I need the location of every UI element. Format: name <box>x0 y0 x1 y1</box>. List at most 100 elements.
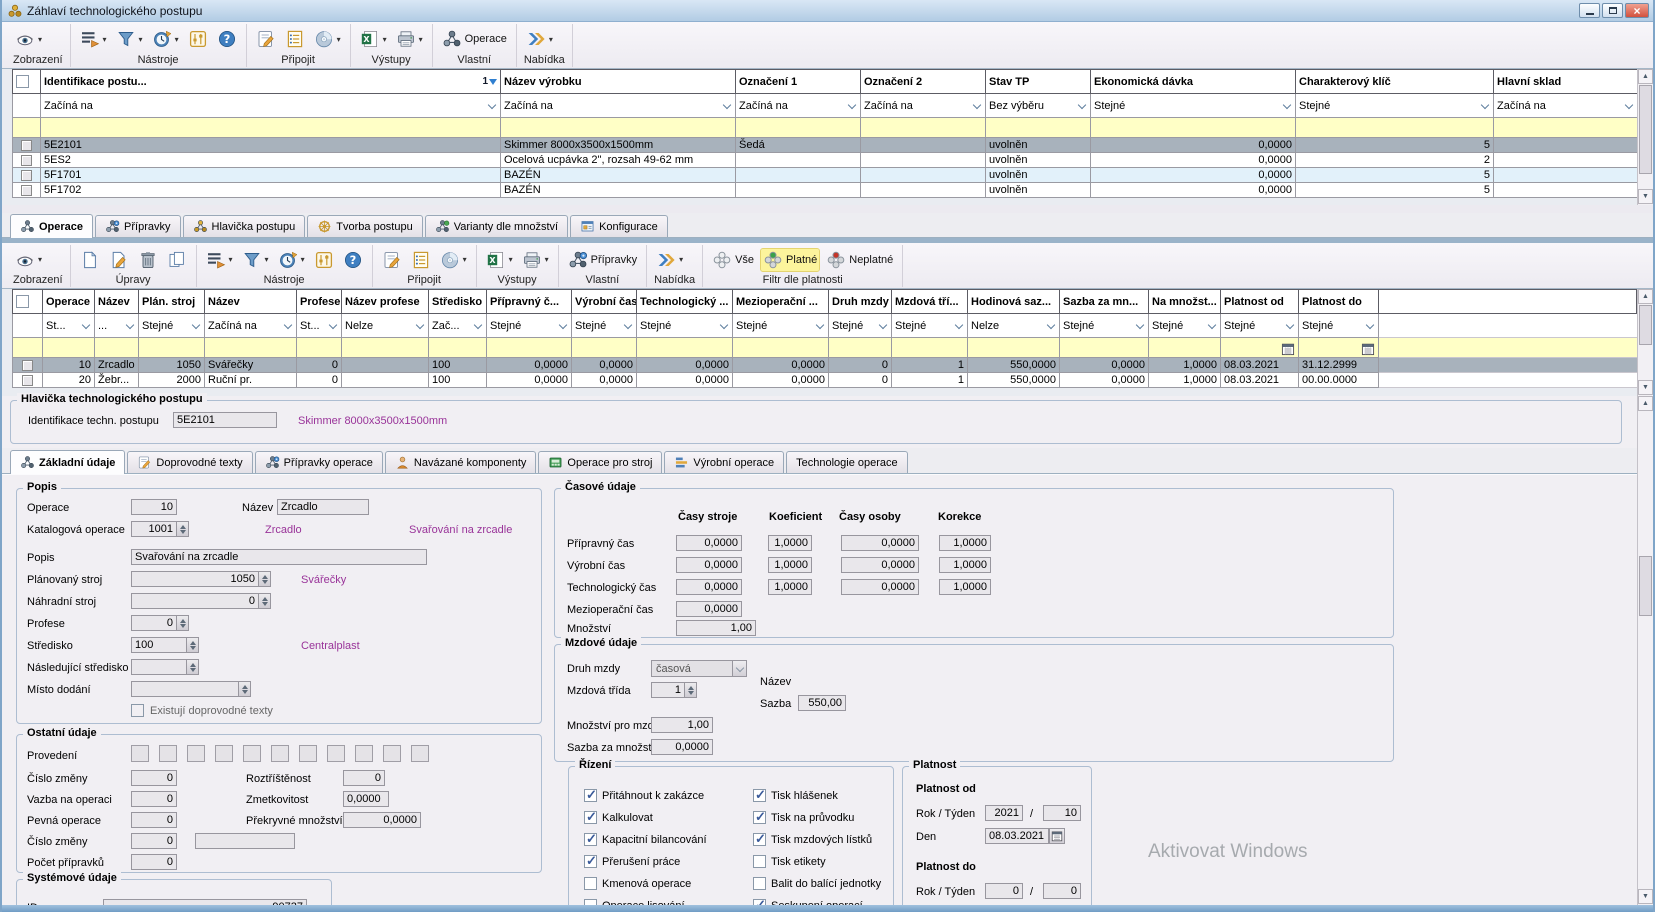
row-select-box[interactable] <box>21 155 32 166</box>
sliders-button[interactable] <box>186 28 210 50</box>
minimize-button[interactable] <box>1579 3 1600 18</box>
cell-oznaceni-1[interactable] <box>736 183 861 198</box>
tab-pripravky-operace[interactable]: Přípravky operace <box>255 451 383 473</box>
scroll-thumb[interactable] <box>1639 556 1652 616</box>
scroll-up-icon[interactable]: ▲ <box>1638 396 1653 411</box>
help-button[interactable]: ? <box>215 28 239 50</box>
cell-operace[interactable]: 10 <box>43 358 95 373</box>
cell-stav-tp[interactable]: uvolněn <box>986 138 1091 153</box>
funnel-button[interactable]: ▾ <box>114 28 145 50</box>
provedeni-box-8[interactable] <box>327 745 345 762</box>
clock-button[interactable]: ▾ <box>276 249 307 271</box>
search-input-mzdova-tri[interactable] <box>892 338 968 358</box>
cell-hlavni-sklad[interactable] <box>1494 183 1638 198</box>
column-header-ekonomicka-davka[interactable]: Ekonomická dávka <box>1091 70 1296 94</box>
column-header-plan-stroj[interactable]: Plán. stroj <box>139 290 205 314</box>
cell-pripravny-c[interactable]: 0,0000 <box>487 373 572 388</box>
filter-dropdown-stredisko[interactable]: Zač... <box>429 314 487 338</box>
mzdova-trida-field[interactable]: 1 <box>651 682 685 698</box>
cell-oznaceni-1[interactable] <box>736 168 861 183</box>
filter-dropdown-operace[interactable]: St... <box>43 314 95 338</box>
filter-dropdown-platnost-do[interactable]: Stejné <box>1299 314 1379 338</box>
tab-zakladni-udaje[interactable]: Základní údaje <box>10 450 125 474</box>
column-header-hlavni-sklad[interactable]: Hlavní sklad <box>1494 70 1638 94</box>
cell-sazba-za-mn[interactable]: 0,0000 <box>1060 358 1149 373</box>
products-grid-scrollbar[interactable]: ▲ ▼ <box>1637 69 1653 205</box>
cell-ekonomicka-davka[interactable]: 0,0000 <box>1091 153 1296 168</box>
vazba-field[interactable]: 0 <box>131 791 177 807</box>
provedeni-box-11[interactable] <box>411 745 429 762</box>
filter-dropdown-technologicky[interactable]: Stejné <box>637 314 733 338</box>
cell-oznaceni-1[interactable]: Šedá <box>736 138 861 153</box>
splitter[interactable] <box>2 205 1653 213</box>
profese-spinner[interactable] <box>176 615 189 631</box>
grid-row-3[interactable]: 5F1701BAZÉNuvolněn0,00005 <box>13 168 1638 183</box>
search-input-operace[interactable] <box>43 338 95 358</box>
cell-charakterovy-klic[interactable]: 5 <box>1296 138 1494 153</box>
scroll-up-icon[interactable]: ▲ <box>1638 69 1653 84</box>
search-input-technologicky[interactable] <box>637 338 733 358</box>
profese-field[interactable]: 0 <box>131 615 177 631</box>
vyrobni-korekce-field[interactable]: 1,0000 <box>939 557 991 573</box>
provedeni-box-9[interactable] <box>355 745 373 762</box>
search-input-nazev[interactable] <box>95 338 139 358</box>
cell-nazev-vyrobku[interactable]: Ocelová ucpávka 2", rozsah 49-62 mm <box>501 153 736 168</box>
list-config-button[interactable]: ▾ <box>78 28 109 50</box>
column-header-nazev[interactable]: Název <box>205 290 297 314</box>
tab-hlavicka-postupu[interactable]: Hlavička postupu <box>183 215 306 237</box>
column-header-mezioperacni[interactable]: Mezioperační ... <box>733 290 829 314</box>
row-selector[interactable] <box>13 138 41 153</box>
cell-nazev-profese[interactable] <box>342 358 429 373</box>
pripravny-korekce-field[interactable]: 1,0000 <box>939 535 991 551</box>
close-button[interactable]: × <box>1625 3 1649 18</box>
plan-stroj-spinner[interactable] <box>258 571 271 587</box>
row-select-box[interactable] <box>21 140 32 151</box>
cell-profese[interactable]: 0 <box>297 358 342 373</box>
kalkulovat-checkbox[interactable] <box>584 811 597 824</box>
scroll-thumb[interactable] <box>1639 85 1652 174</box>
nahradni-stroj-field[interactable]: 0 <box>131 593 259 609</box>
kapacitni-bilancovani-checkbox[interactable] <box>584 833 597 846</box>
cell-plan-stroj[interactable]: 2000 <box>139 373 205 388</box>
cell-nazev-vyrobku[interactable]: BAZÉN <box>501 183 736 198</box>
calendar-icon[interactable] <box>1361 342 1375 356</box>
sazba-field[interactable]: 550,00 <box>798 695 846 711</box>
search-input-plan-stroj[interactable] <box>139 338 205 358</box>
filter-dropdown-profese[interactable]: St... <box>297 314 342 338</box>
cell-druh-mzdy[interactable]: 0 <box>829 358 892 373</box>
provedeni-box-7[interactable] <box>299 745 317 762</box>
doprovodne-texty-checkbox[interactable] <box>131 704 144 717</box>
grid-row-1[interactable]: 10Zrcadlo1050Svářečky01000,00000,00000,0… <box>13 358 1637 373</box>
cell-mzdova-tri[interactable]: 1 <box>892 373 968 388</box>
doc-copy-button[interactable] <box>165 249 189 271</box>
search-input-stav-tp[interactable] <box>986 118 1091 138</box>
nahradni-stroj-spinner[interactable] <box>258 593 271 609</box>
technologicky-stroje-field[interactable]: 0,0000 <box>676 579 742 595</box>
cell-oznaceni-2[interactable] <box>861 153 986 168</box>
form-scrollbar[interactable]: ▲ ▼ <box>1637 396 1653 905</box>
column-header-identifikace-postu[interactable]: Identifikace postu...1 <box>41 70 501 94</box>
cell-na-mnozst[interactable]: 1,0000 <box>1149 373 1221 388</box>
platnost-od-tyden-field[interactable]: 10 <box>1043 805 1081 821</box>
katalog-field[interactable]: 1001 <box>131 521 177 537</box>
eye-button[interactable]: ▾ <box>13 249 44 271</box>
filter-dropdown-hodinova-saz[interactable]: Nelze <box>968 314 1060 338</box>
filter-dropdown-mzdova-tri[interactable]: Stejné <box>892 314 968 338</box>
checklist-button[interactable] <box>409 249 433 271</box>
zmena-popis-field[interactable] <box>195 833 295 849</box>
search-input-stredisko[interactable] <box>429 338 487 358</box>
cell-nazev-vyrobku[interactable]: BAZÉN <box>501 168 736 183</box>
calendar-button[interactable] <box>1049 828 1065 844</box>
pripravky-button[interactable]: Přípravky <box>566 249 639 271</box>
cell-stredisko[interactable]: 100 <box>429 373 487 388</box>
cell-ekonomicka-davka[interactable]: 0,0000 <box>1091 138 1296 153</box>
excel-button[interactable]: X▾ <box>484 249 515 271</box>
search-input-nazev-profese[interactable] <box>342 338 429 358</box>
cell-profese[interactable]: 0 <box>297 373 342 388</box>
operations-grid-scrollbar[interactable]: ▲ ▼ <box>1637 289 1653 396</box>
column-header-druh-mzdy[interactable]: Druh mzdy <box>829 290 892 314</box>
filter-dropdown-plan-stroj[interactable]: Stejné <box>139 314 205 338</box>
doc-new-button[interactable] <box>78 249 102 271</box>
note-edit-button[interactable] <box>254 28 278 50</box>
column-header-technologicky[interactable]: Technologický ... <box>637 290 733 314</box>
